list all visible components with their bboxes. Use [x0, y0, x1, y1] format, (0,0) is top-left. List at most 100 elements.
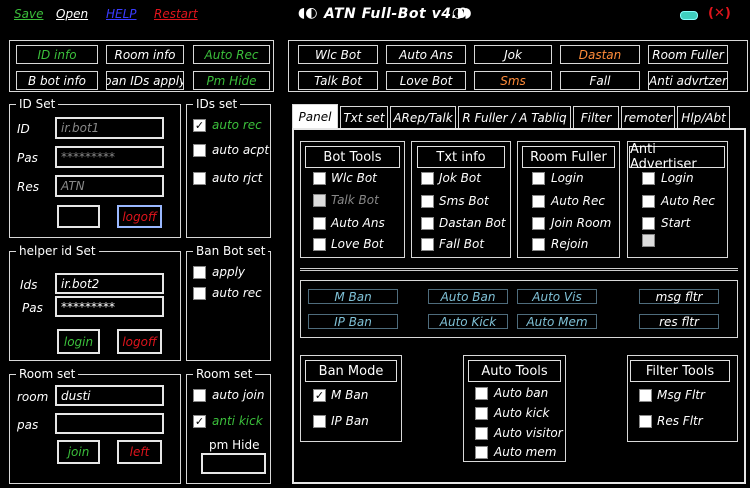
tab-remoter[interactable]: remoter — [621, 106, 675, 128]
ti-sms-checkbox[interactable] — [421, 195, 434, 208]
ti-jok-checkbox[interactable] — [421, 172, 434, 185]
auto-vis-button[interactable]: Auto Vis — [517, 289, 597, 304]
ids-auto-rec-checkbox[interactable]: ✓ — [193, 119, 206, 132]
join-button[interactable]: join — [57, 440, 100, 464]
auto-ans-button[interactable]: Auto Ans — [386, 45, 466, 64]
left-button[interactable]: left — [117, 440, 162, 464]
anti-kick-label: anti kick — [212, 414, 263, 428]
res-fltr-button[interactable]: res fltr — [639, 314, 719, 329]
msg-fltr-button[interactable]: msg fltr — [639, 289, 719, 304]
menu-restart[interactable]: Restart — [154, 7, 198, 21]
auto-mem-button[interactable]: Auto Mem — [517, 314, 597, 329]
at-ban-checkbox[interactable] — [475, 387, 488, 400]
menu-save[interactable]: Save — [14, 7, 43, 21]
love-bot-button[interactable]: Love Bot — [386, 71, 466, 90]
aa-auto-rec-checkbox[interactable] — [642, 195, 655, 208]
minimize-button[interactable] — [680, 11, 698, 20]
aa-login-checkbox[interactable] — [642, 172, 655, 185]
menu-help[interactable]: HELP — [106, 7, 137, 21]
ban-bot-title: Ban Bot set — [193, 244, 269, 258]
dastan-button[interactable]: Dastan — [560, 45, 640, 64]
pm-hide-button[interactable]: Pm Hide — [193, 71, 270, 90]
room-field[interactable]: dusti — [55, 385, 164, 406]
tab-panel[interactable]: Panel — [292, 104, 338, 128]
m-ban-button[interactable]: M Ban — [308, 289, 398, 304]
bm-m-ban-checkbox[interactable]: ✓ — [313, 389, 326, 402]
menu-open[interactable]: Open — [56, 7, 88, 21]
ban-ids-apply-button[interactable]: ban IDs apply — [106, 71, 184, 90]
rf-join-room-checkbox[interactable] — [532, 217, 545, 230]
close-button[interactable]: (✕) — [708, 6, 731, 21]
login-button[interactable] — [57, 205, 100, 228]
wlc-bot-button[interactable]: Wlc Bot — [298, 45, 378, 64]
bt-ans-checkbox[interactable] — [313, 217, 326, 230]
bt-wlc-checkbox[interactable] — [313, 172, 326, 185]
helper-pas-field[interactable]: ********* — [55, 296, 164, 317]
pas-field[interactable]: ********* — [55, 146, 164, 168]
pm-hide-field[interactable] — [201, 453, 266, 474]
helper-logoff-button[interactable]: logoff — [117, 329, 162, 354]
auto-ban-button[interactable]: Auto Ban — [428, 289, 508, 304]
id-field[interactable]: ir.bot1 — [55, 117, 164, 139]
tab-hlp-abt[interactable]: Hlp/Abt — [677, 106, 730, 128]
rf-login-checkbox[interactable] — [532, 172, 545, 185]
auto-rec-button[interactable]: Auto Rec — [193, 45, 270, 64]
at-kick-checkbox[interactable] — [475, 407, 488, 420]
ti-fall-checkbox[interactable] — [421, 238, 434, 251]
bm-ip-ban-checkbox[interactable] — [313, 415, 326, 428]
jok-button[interactable]: Jok — [474, 45, 552, 64]
res-field[interactable]: ATN — [55, 175, 164, 197]
auto-join-checkbox[interactable] — [193, 389, 206, 402]
ip-ban-button[interactable]: IP Ban — [308, 314, 398, 329]
at-visitor-checkbox[interactable] — [475, 427, 488, 440]
ids-auto-rec-label: auto rec — [212, 118, 262, 132]
helper-login-button[interactable]: login — [57, 329, 100, 354]
ids-auto-acpt-checkbox[interactable] — [193, 144, 206, 157]
bt-wlc-label: Wlc Bot — [331, 171, 377, 185]
txt-info-title: Txt info — [417, 146, 505, 168]
anti-advrtzer-button[interactable]: Anti advrtzer — [648, 71, 728, 90]
aa-extra-checkbox — [642, 234, 655, 247]
room-pas-field[interactable] — [55, 413, 164, 434]
ft-msg-label: Msg Fltr — [657, 388, 705, 402]
rf-auto-rec-label: Auto Rec — [551, 194, 605, 208]
tab-arep-talk[interactable]: ARep/Talk — [390, 106, 456, 128]
filter-tools-title: Filter Tools — [630, 360, 730, 382]
tab-filter[interactable]: Filter — [573, 106, 619, 128]
at-mem-checkbox[interactable] — [475, 446, 488, 459]
aa-auto-rec-label: Auto Rec — [661, 194, 715, 208]
tab-r-fuller[interactable]: R Fuller / A Tabliq — [458, 106, 571, 128]
fall-button[interactable]: Fall — [560, 71, 640, 90]
ban-auto-rec-checkbox[interactable] — [193, 287, 206, 300]
id-info-button[interactable]: ID info — [16, 45, 98, 64]
sms-button[interactable]: Sms — [474, 71, 552, 90]
helper-pas-label: Pas — [22, 301, 43, 315]
ft-res-label: Res Fltr — [657, 414, 703, 428]
auto-kick-button[interactable]: Auto Kick — [428, 314, 508, 329]
bm-ip-ban-label: IP Ban — [331, 414, 369, 428]
logoff-button[interactable]: logoff — [117, 205, 162, 228]
aa-start-checkbox[interactable] — [642, 217, 655, 230]
rf-auto-rec-checkbox[interactable] — [532, 195, 545, 208]
tab-txt-set[interactable]: Txt set — [340, 106, 388, 128]
aa-start-label: Start — [661, 216, 691, 230]
talk-bot-button[interactable]: Talk Bot — [298, 71, 378, 90]
helper-ids-field[interactable]: ir.bot2 — [55, 273, 164, 294]
anti-kick-checkbox[interactable]: ✓ — [193, 415, 206, 428]
room-set2-title: Room set — [193, 367, 256, 381]
anti-adv-title: Anti Advertiser — [629, 142, 725, 172]
rf-rejoin-checkbox[interactable] — [532, 238, 545, 251]
title-left-icon: ◖◐ — [298, 5, 318, 21]
ft-msg-checkbox[interactable] — [639, 389, 652, 402]
room-info-button[interactable]: Room info — [106, 45, 184, 64]
ban-apply-checkbox[interactable] — [193, 266, 206, 279]
ft-res-checkbox[interactable] — [639, 415, 652, 428]
bt-love-label: Love Bot — [331, 237, 384, 251]
at-ban-label: Auto ban — [494, 386, 549, 400]
helper-title: helper id Set — [16, 244, 99, 258]
b-bot-info-button[interactable]: B bot info — [16, 71, 98, 90]
ti-dastan-checkbox[interactable] — [421, 217, 434, 230]
ids-auto-rjct-checkbox[interactable] — [193, 172, 206, 185]
room-fuller-button[interactable]: Room Fuller — [648, 45, 728, 64]
bt-love-checkbox[interactable] — [313, 238, 326, 251]
